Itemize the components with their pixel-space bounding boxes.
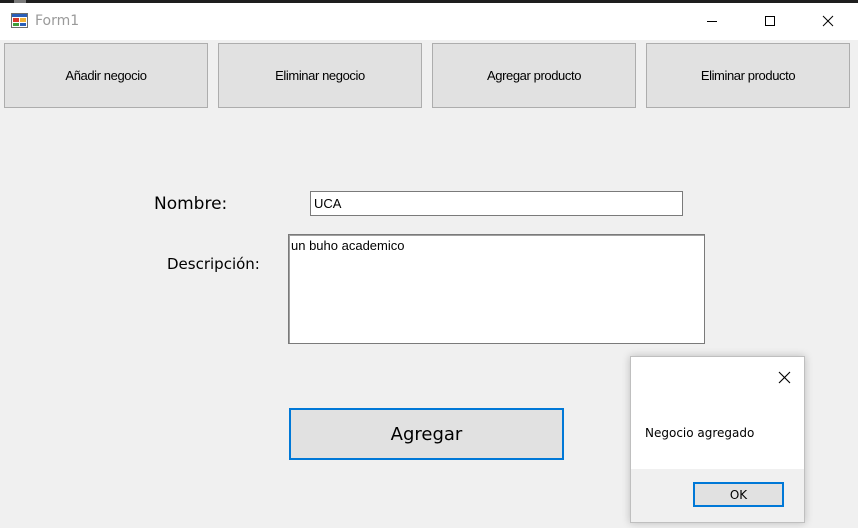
nombre-label: Nombre:	[154, 194, 228, 214]
ok-button[interactable]: OK	[693, 482, 784, 507]
message-box-close-button[interactable]	[772, 366, 796, 390]
winforms-app-icon	[11, 13, 28, 28]
maximize-icon	[764, 12, 776, 31]
window-title: Form1	[35, 13, 80, 29]
delete-business-button[interactable]: Eliminar negocio	[218, 43, 422, 108]
maximize-button[interactable]	[741, 3, 799, 40]
descripcion-label: Descripción:	[167, 255, 260, 273]
message-box: Negocio agregado OK	[630, 356, 805, 523]
message-box-text: Negocio agregado	[645, 426, 755, 440]
agregar-button[interactable]: Agregar	[289, 408, 564, 460]
close-icon	[778, 369, 791, 388]
descripcion-textarea[interactable]: un buho academico	[288, 234, 705, 344]
close-button[interactable]	[799, 3, 857, 40]
minimize-button[interactable]	[683, 3, 741, 40]
nombre-input[interactable]: UCA	[310, 191, 683, 216]
add-business-button[interactable]: Añadir negocio	[4, 43, 208, 108]
add-product-button[interactable]: Agregar producto	[432, 43, 636, 108]
minimize-icon	[706, 12, 718, 31]
delete-product-button[interactable]: Eliminar producto	[646, 43, 850, 108]
main-window: Form1 Añadir negocio Eliminar negocio Ag…	[0, 0, 858, 528]
close-icon	[822, 12, 834, 31]
